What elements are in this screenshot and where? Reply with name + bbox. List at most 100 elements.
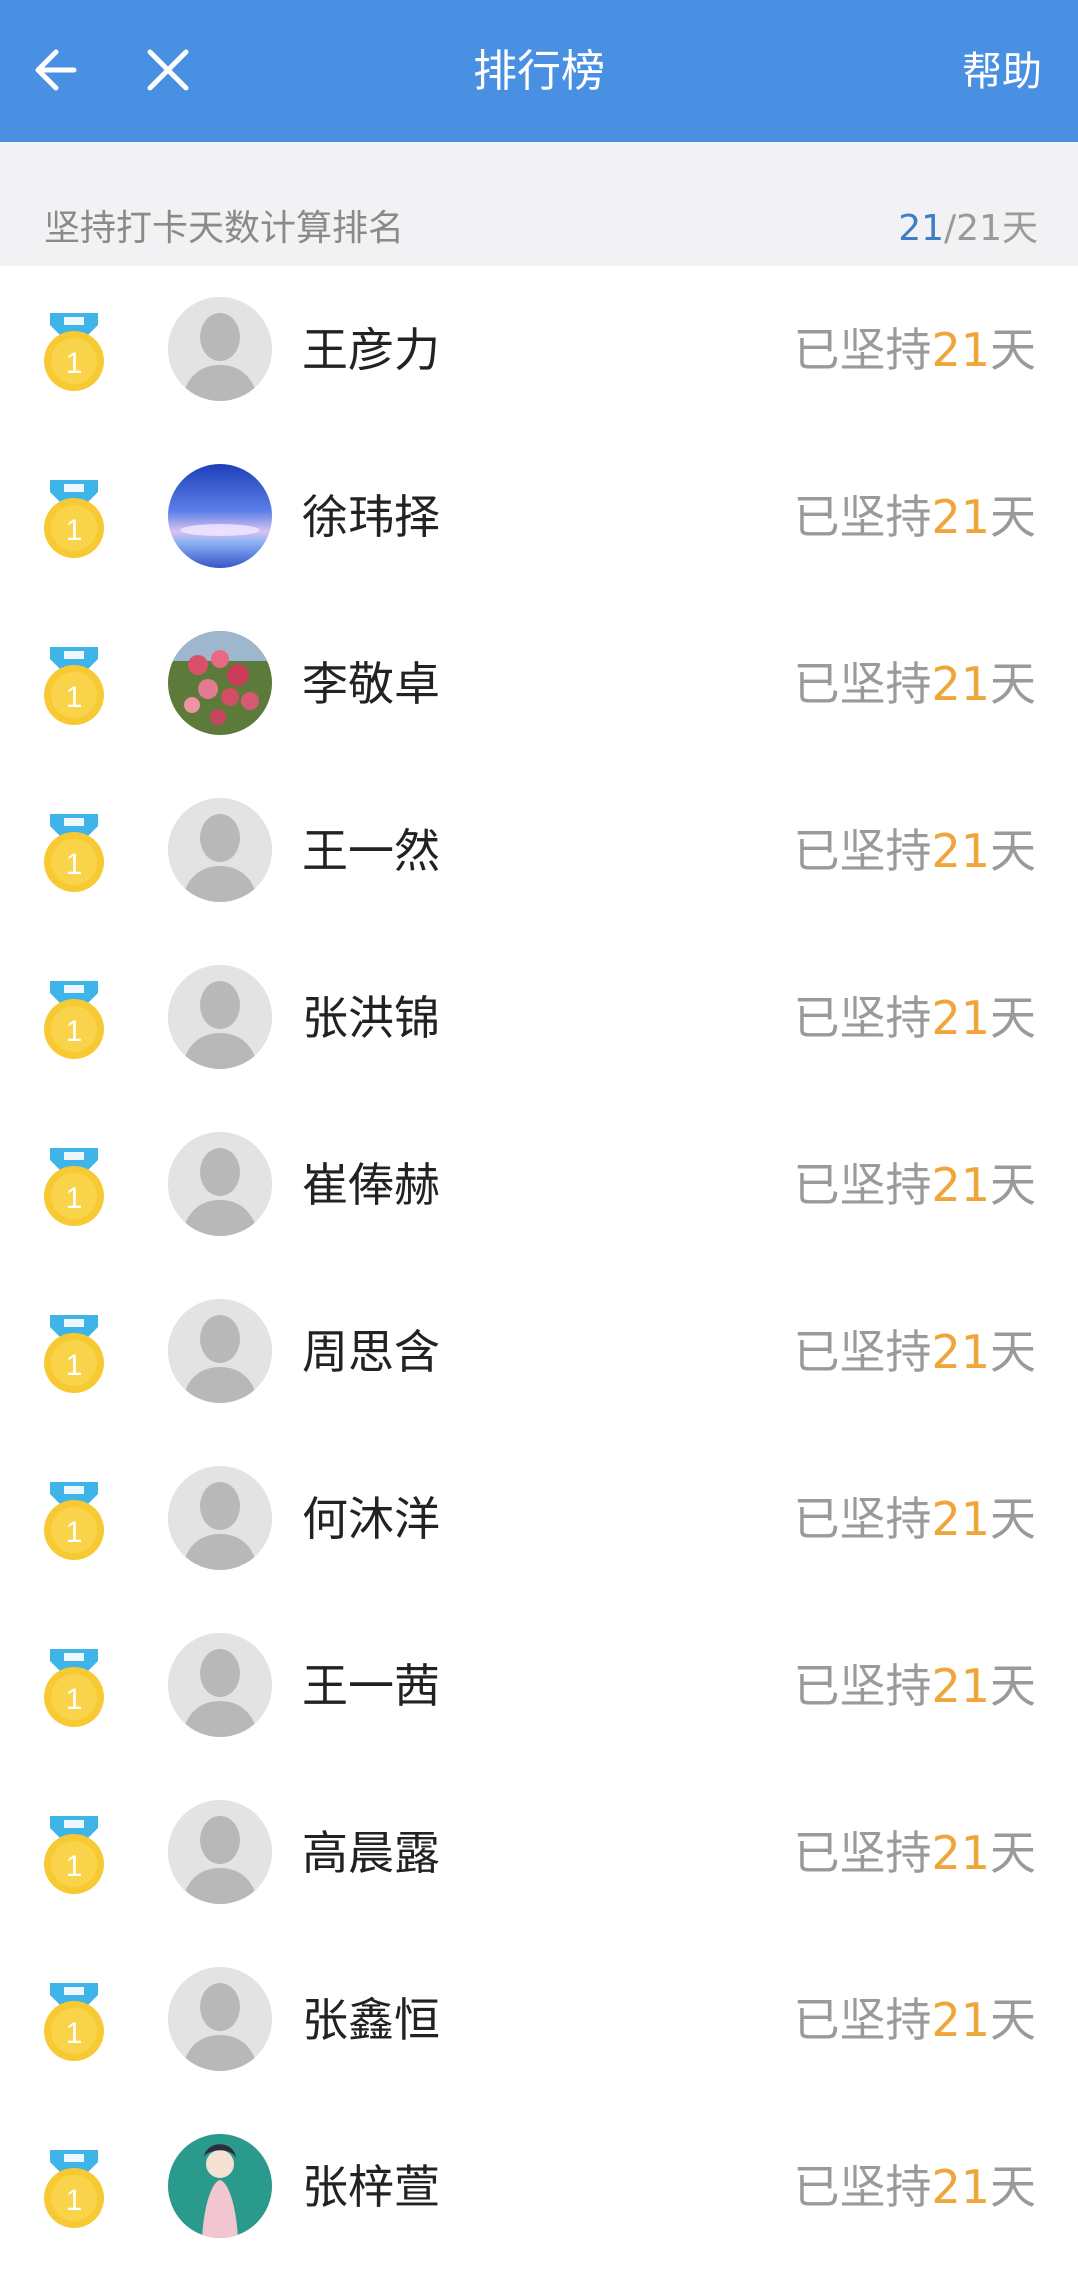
- streak-count: 21: [931, 1659, 990, 1713]
- streak-suffix: 天: [990, 490, 1036, 544]
- streak-prefix: 已坚持: [793, 1492, 932, 1546]
- streak-count: 21: [931, 1325, 990, 1379]
- streak-suffix: 天: [990, 1492, 1036, 1546]
- streak-days: 已坚持21天: [793, 1489, 1036, 1549]
- streak-days: 已坚持21天: [793, 1823, 1036, 1883]
- streak-suffix: 天: [990, 1659, 1036, 1713]
- avatar[interactable]: [168, 297, 272, 401]
- streak-prefix: 已坚持: [793, 824, 932, 878]
- streak-days: 已坚持21天: [793, 1155, 1036, 1215]
- medal-rank-text: 1: [66, 514, 83, 547]
- medal-rank-text: 1: [66, 681, 83, 714]
- user-name: 王彦力: [302, 323, 440, 377]
- avatar[interactable]: [168, 1800, 272, 1904]
- list-item[interactable]: 1 何沐洋 已坚持21天: [0, 1435, 1078, 1602]
- streak-days: 已坚持21天: [793, 821, 1036, 881]
- medal-icon: 1: [42, 1146, 106, 1228]
- user-name: 王一茜: [302, 1659, 440, 1713]
- avatar[interactable]: [168, 1466, 272, 1570]
- completion-current: 21: [898, 208, 945, 249]
- medal-rank-text: 1: [66, 2017, 83, 2050]
- list-item[interactable]: 1 张洪锦 已坚持21天: [0, 934, 1078, 1101]
- list-item[interactable]: 1 张梓萱 已坚持21天: [0, 2103, 1078, 2270]
- streak-prefix: 已坚持: [793, 991, 932, 1045]
- list-item[interactable]: 1 张鑫恒 已坚持21天: [0, 1936, 1078, 2103]
- streak-suffix: 天: [990, 1325, 1036, 1379]
- streak-prefix: 已坚持: [793, 1158, 932, 1212]
- list-item[interactable]: 1 王一然 已坚持21天: [0, 767, 1078, 934]
- medal-rank-text: 1: [66, 1015, 83, 1048]
- medal-icon: 1: [42, 478, 106, 560]
- streak-days: 已坚持21天: [793, 2157, 1036, 2217]
- avatar[interactable]: [168, 631, 272, 735]
- medal-icon: 1: [42, 1981, 106, 2063]
- medal-rank-text: 1: [66, 1349, 83, 1382]
- avatar[interactable]: [168, 965, 272, 1069]
- streak-count: 21: [931, 824, 990, 878]
- list-item[interactable]: 1 周思含 已坚持21天: [0, 1268, 1078, 1435]
- medal-rank-text: 1: [66, 2184, 83, 2217]
- user-name: 李敬卓: [302, 657, 440, 711]
- medal-rank-text: 1: [66, 1182, 83, 1215]
- streak-prefix: 已坚持: [793, 1325, 932, 1379]
- streak-days: 已坚持21天: [793, 654, 1036, 714]
- medal-icon: 1: [42, 812, 106, 894]
- page-title: 排行榜: [473, 46, 605, 97]
- avatar[interactable]: [168, 1299, 272, 1403]
- streak-suffix: 天: [990, 824, 1036, 878]
- help-button[interactable]: 帮助: [962, 44, 1042, 100]
- streak-suffix: 天: [990, 1993, 1036, 2047]
- list-item[interactable]: 1 高晨露 已坚持21天: [0, 1769, 1078, 1936]
- medal-rank-text: 1: [66, 1516, 83, 1549]
- user-name: 徐玮择: [302, 490, 440, 544]
- streak-count: 21: [931, 1826, 990, 1880]
- avatar[interactable]: [168, 798, 272, 902]
- user-name: 张鑫恒: [302, 1993, 440, 2047]
- streak-days: 已坚持21天: [793, 988, 1036, 1048]
- medal-rank-text: 1: [66, 1850, 83, 1883]
- streak-count: 21: [931, 2160, 990, 2214]
- streak-days: 已坚持21天: [793, 320, 1036, 380]
- streak-count: 21: [931, 1158, 990, 1212]
- streak-prefix: 已坚持: [793, 1659, 932, 1713]
- list-item[interactable]: 1 王彦力 已坚持21天: [0, 266, 1078, 433]
- avatar[interactable]: [168, 1633, 272, 1737]
- avatar[interactable]: [168, 464, 272, 568]
- avatar[interactable]: [168, 2134, 272, 2238]
- user-name: 张梓萱: [302, 2160, 440, 2214]
- streak-days: 已坚持21天: [793, 1990, 1036, 2050]
- streak-prefix: 已坚持: [793, 1826, 932, 1880]
- medal-icon: 1: [42, 1647, 106, 1729]
- streak-prefix: 已坚持: [793, 1993, 932, 2047]
- medal-icon: 1: [42, 1313, 106, 1395]
- user-name: 张洪锦: [302, 991, 440, 1045]
- streak-prefix: 已坚持: [793, 657, 932, 711]
- medal-rank-text: 1: [66, 1683, 83, 1716]
- streak-suffix: 天: [990, 657, 1036, 711]
- streak-days: 已坚持21天: [793, 1656, 1036, 1716]
- streak-count: 21: [931, 490, 990, 544]
- streak-suffix: 天: [990, 991, 1036, 1045]
- avatar[interactable]: [168, 1967, 272, 2071]
- medal-icon: 1: [42, 1814, 106, 1896]
- streak-days: 已坚持21天: [793, 1322, 1036, 1382]
- ranking-list: 1 王彦力 已坚持21天 1 徐玮择 已坚持21天 1 李敬卓 已坚持21天 1…: [0, 266, 1078, 2270]
- streak-suffix: 天: [990, 323, 1036, 377]
- streak-count: 21: [931, 657, 990, 711]
- list-item[interactable]: 1 崔俸赫 已坚持21天: [0, 1101, 1078, 1268]
- streak-days: 已坚持21天: [793, 487, 1036, 547]
- ranking-subheader: 坚持打卡天数计算排名 21/21天: [0, 142, 1078, 266]
- streak-suffix: 天: [990, 1158, 1036, 1212]
- user-name: 王一然: [302, 824, 440, 878]
- streak-count: 21: [931, 1492, 990, 1546]
- medal-icon: 1: [42, 645, 106, 727]
- user-name: 周思含: [302, 1325, 440, 1379]
- streak-suffix: 天: [990, 2160, 1036, 2214]
- ranking-criteria-label: 坚持打卡天数计算排名: [44, 208, 405, 249]
- avatar[interactable]: [168, 1132, 272, 1236]
- medal-icon: 1: [42, 2148, 106, 2230]
- list-item[interactable]: 1 李敬卓 已坚持21天: [0, 600, 1078, 767]
- medal-icon: 1: [42, 979, 106, 1061]
- list-item[interactable]: 1 徐玮择 已坚持21天: [0, 433, 1078, 600]
- list-item[interactable]: 1 王一茜 已坚持21天: [0, 1602, 1078, 1769]
